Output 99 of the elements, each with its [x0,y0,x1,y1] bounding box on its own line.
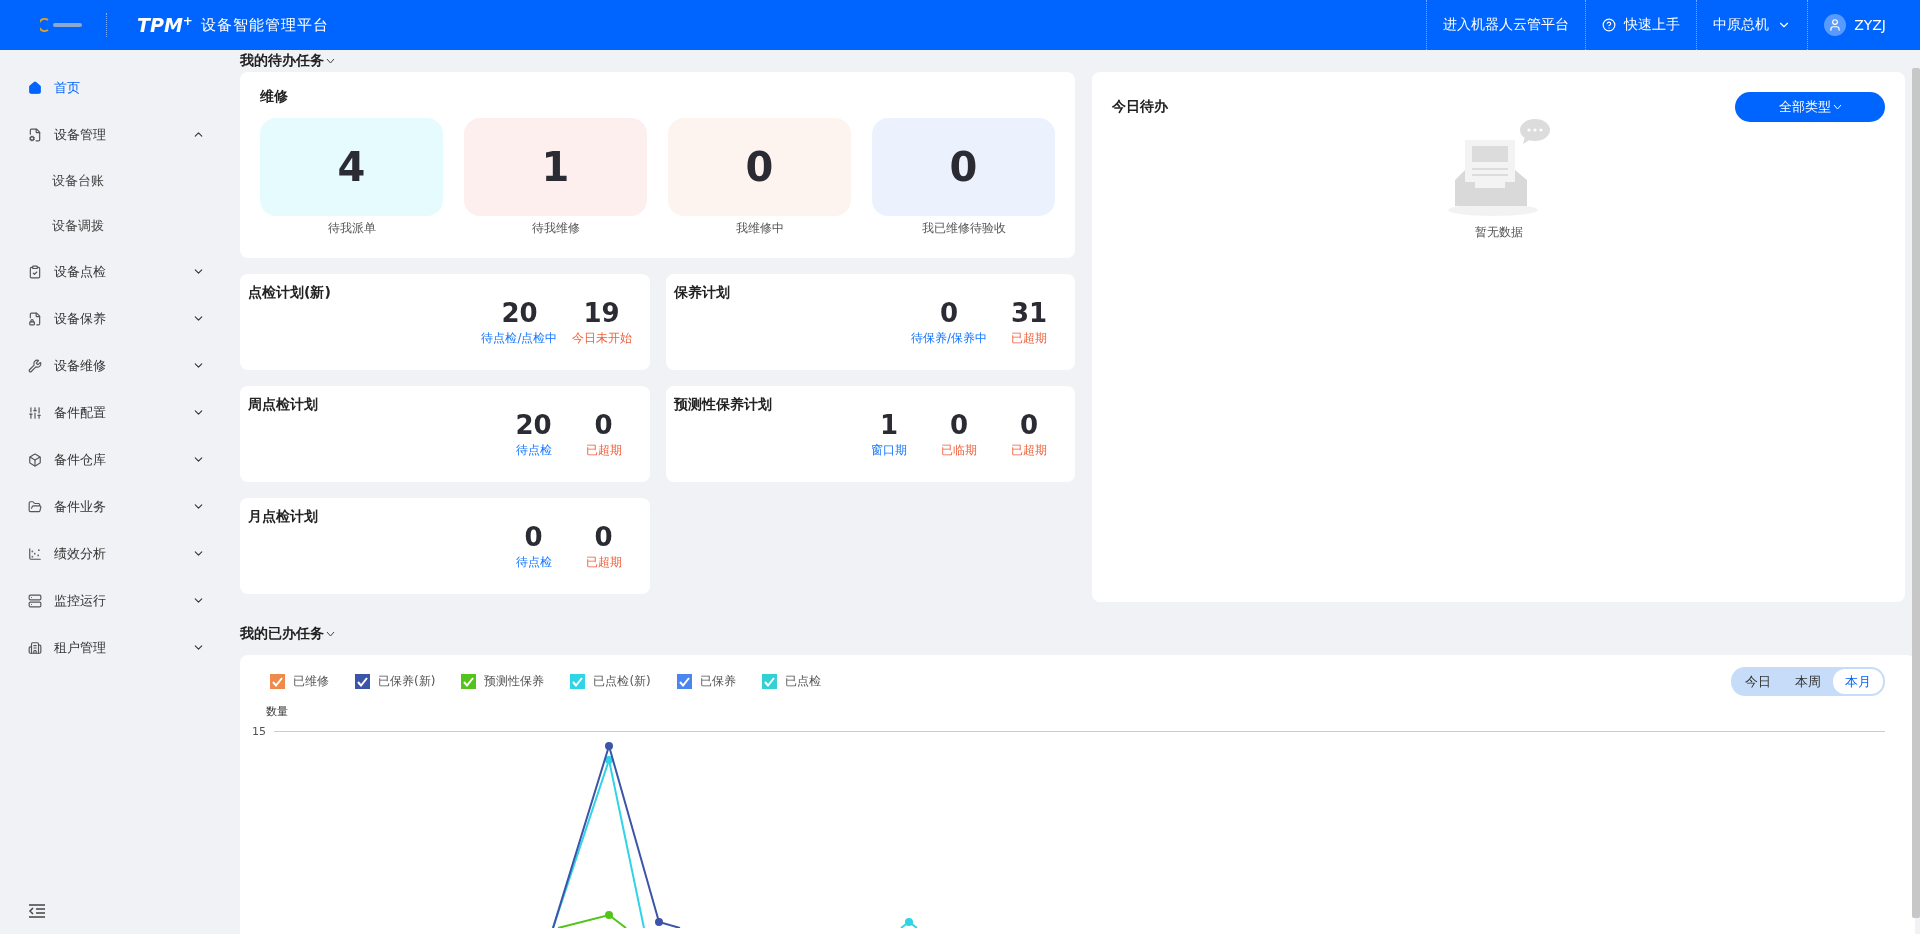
count-tile[interactable]: 1 [464,118,647,216]
chevron-down-icon [1832,104,1842,110]
stat-value: 19 [583,298,620,328]
user-menu[interactable]: ZYZJ [1807,0,1902,50]
legend-item[interactable]: 已维修 [270,673,329,690]
stat-value: 0 [1019,410,1039,440]
count-label: 我维修中 [735,220,784,237]
y-axis-label: 数量 [266,704,288,719]
section-heading[interactable]: 我的已办任务 [240,625,324,643]
server-icon [28,593,42,608]
building-icon [28,640,42,655]
section-heading[interactable]: 我的待办任务 [240,52,324,70]
data-point [905,918,913,926]
wrench-icon [28,358,42,373]
data-point [605,742,613,750]
legend-item[interactable]: 已点检 [761,673,821,690]
stat-value: 0 [594,522,613,552]
data-point [605,756,613,764]
stat-value: 1 [879,410,899,440]
nav-item[interactable]: 设备保养 [0,295,233,342]
logo-icon [40,18,84,32]
document-gear-icon [28,127,42,142]
chevron-down-icon [326,631,335,637]
count-tile[interactable]: 0 [668,118,851,216]
count-tile[interactable]: 4 [260,118,443,216]
legend-checkbox[interactable] [570,674,586,689]
count-value: 1 [541,144,570,190]
nav-item[interactable]: 备件业务 [0,483,233,530]
legend-checkbox[interactable] [676,674,692,689]
count-value: 4 [337,144,366,190]
brand-logo: TPM$^{+}$ [137,13,193,37]
nav-item[interactable]: 设备管理 [0,111,233,158]
data-point [605,911,613,919]
document-lock-icon [28,311,42,326]
empty-message: 暂无数据 [1474,224,1523,241]
header-link[interactable]: 进入机器人云管平台 [1426,0,1586,50]
count-label: 待我派单 [327,220,376,237]
stat-value: 0 [524,522,543,552]
legend-checkbox[interactable] [461,674,477,689]
nav-item[interactable]: 监控运行 [0,577,233,624]
collapse-menu-icon[interactable] [28,904,46,918]
panel-title: 今日待办 [1112,98,1168,116]
nav-subitem[interactable]: 设备调拨 [0,203,233,248]
legend-item[interactable]: 预测性保养 [461,673,545,690]
legend-checkbox[interactable] [761,674,777,689]
card-title: 预测性保养计划 [673,396,773,414]
count-value: 0 [949,144,978,190]
nav-subitem[interactable]: 设备台账 [0,158,233,203]
count-label: 我已维修待验收 [921,220,1006,237]
period-tab[interactable]: 本月 [1833,669,1883,694]
type-filter-button[interactable]: 全部类型 [1735,92,1885,122]
stat-value: 20 [501,298,538,328]
nav-item[interactable]: 设备维修 [0,342,233,389]
card-title: 月点检计划 [248,508,319,526]
app-title: 设备智能管理平台 [200,15,329,35]
stat-value: 0 [949,410,969,440]
stat-label[interactable]: 待点检 [515,442,552,459]
org-dropdown[interactable]: 中原总机 [1696,0,1808,50]
data-point [655,918,663,926]
card-title: 保养计划 [673,284,731,302]
nav-item[interactable]: 租户管理 [0,624,233,671]
stat-value: 0 [594,410,613,440]
help-icon [1602,18,1617,32]
stat-label[interactable]: 待点检 [515,554,552,571]
stat-value: 20 [515,410,552,440]
box-icon [28,452,42,467]
scrollbar[interactable] [1912,68,1920,918]
scatter-chart-icon [28,546,42,561]
legend-item[interactable]: 已点检(新) [570,673,651,690]
nav-item[interactable]: 绩效分析 [0,530,233,577]
legend-checkbox[interactable] [270,674,285,689]
help-link[interactable]: 快速上手 [1585,0,1697,50]
stat-label[interactable]: 窗口期 [871,442,907,459]
nav-item[interactable]: 设备点检 [0,248,233,295]
count-label: 待我维修 [531,220,580,237]
count-tile[interactable]: 0 [872,118,1055,216]
card-title: 点检计划(新) [248,284,332,302]
card-title: 周点检计划 [248,396,319,414]
avatar-icon [1824,14,1847,36]
period-tab[interactable]: 今日 [1733,669,1783,694]
nav-item[interactable]: 备件仓库 [0,436,233,483]
nav-item[interactable]: 备件配置 [0,389,233,436]
legend-item[interactable]: 已保养 [676,673,736,690]
stat-value: 0 [939,298,958,328]
period-tab[interactable]: 本周 [1783,669,1833,694]
y-axis-tick: 15 [252,725,266,738]
sliders-icon [28,405,42,420]
legend-item[interactable]: 已保养(新) [355,673,436,690]
legend-checkbox[interactable] [355,674,370,689]
nav-item[interactable]: 首页 [0,64,233,111]
clipboard-check-icon [28,264,42,279]
stat-value: 31 [1010,298,1048,328]
chevron-down-icon [326,58,335,64]
home-icon [28,80,42,95]
stat-label[interactable]: 待保养/保养中 [910,330,987,347]
count-value: 0 [745,144,774,190]
card-title: 维修 [260,88,289,106]
folder-icon [28,499,42,514]
stat-label[interactable]: 待点检/点检中 [481,330,558,347]
